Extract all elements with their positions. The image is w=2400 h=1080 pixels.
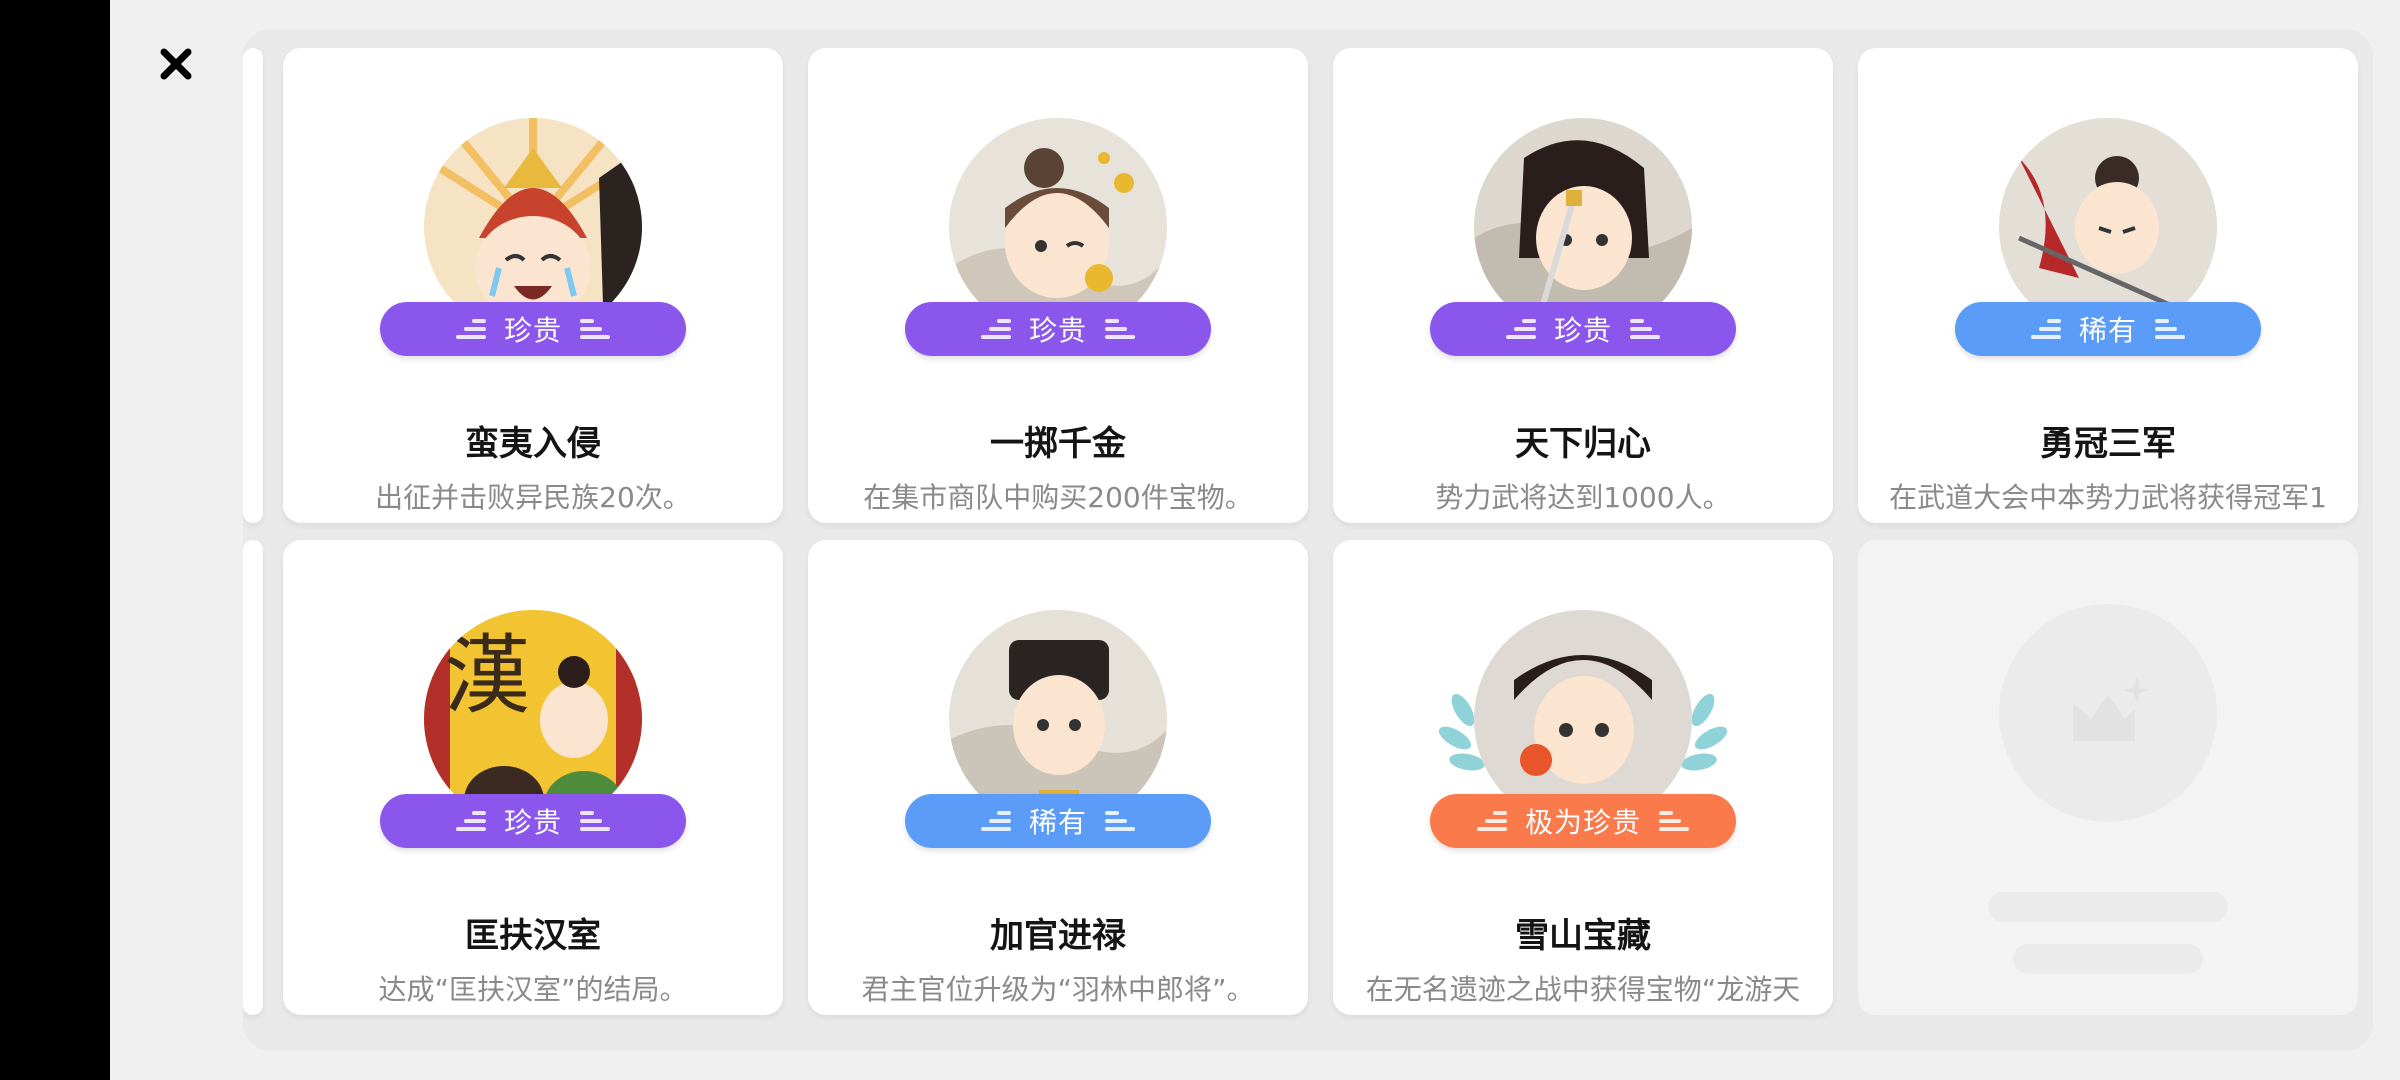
crown-sparkle-icon xyxy=(2063,671,2153,755)
placeholder-desc-bar xyxy=(2013,944,2203,974)
rarity-badge: 极为珍贵 xyxy=(1430,794,1736,848)
badge-stripes-icon xyxy=(580,319,610,339)
achievement-description: 出征并击败异民族20次。 xyxy=(375,481,691,514)
rarity-label: 珍贵 xyxy=(503,314,562,347)
rarity-badge: 珍贵 xyxy=(380,794,686,848)
achievement-card[interactable]: 稀有 勇冠三军 在武道大会中本势力武将获得冠军1次。 xyxy=(1858,48,2358,523)
rarity-badge: 珍贵 xyxy=(905,302,1211,356)
badge-stripes-icon xyxy=(580,811,610,831)
badge-stripes-icon xyxy=(1505,319,1536,339)
rarity-label: 稀有 xyxy=(1028,806,1087,839)
badge-stripes-icon xyxy=(1105,811,1135,831)
achievement-description: 在武道大会中本势力武将获得冠军1次。 xyxy=(1889,481,2327,523)
achievement-card-partial xyxy=(243,48,263,523)
achievement-card[interactable]: 珍贵 天下归心 势力武将达到1000人。 xyxy=(1333,48,1833,523)
achievement-description: 势力武将达到1000人。 xyxy=(1435,481,1731,514)
achievement-title: 雪山宝藏 xyxy=(1515,916,1651,956)
badge-stripes-icon xyxy=(455,811,486,831)
achievement-title: 一掷千金 xyxy=(990,424,1126,464)
achievement-title: 加官进禄 xyxy=(990,916,1126,956)
left-black-bar xyxy=(0,0,110,1080)
rarity-label: 珍贵 xyxy=(1553,314,1612,347)
locked-achievement-card[interactable] xyxy=(1858,540,2358,1015)
achievement-description: 在无名遗迹之战中获得宝物“龙游天下”。 xyxy=(1365,973,1801,1015)
badge-stripes-icon xyxy=(980,811,1011,831)
achievement-card[interactable]: 极为珍贵 雪山宝藏 在无名遗迹之战中获得宝物“龙游天下”。 xyxy=(1333,540,1833,1015)
badge-stripes-icon xyxy=(1659,811,1689,831)
badge-stripes-icon xyxy=(1630,319,1660,339)
rarity-label: 珍贵 xyxy=(503,806,562,839)
rarity-label: 极为珍贵 xyxy=(1524,806,1641,839)
han-character: 漢 xyxy=(444,626,530,726)
placeholder-title-bar xyxy=(1988,892,2228,922)
achievement-card[interactable]: 漢 珍贵 匡扶汉室 达成“匡扶汉室”的结局。 xyxy=(283,540,783,1015)
achievement-title: 蛮夷入侵 xyxy=(465,424,601,464)
rarity-badge: 稀有 xyxy=(1955,302,2261,356)
rarity-badge: 珍贵 xyxy=(380,302,686,356)
achievement-card[interactable]: 稀有 加官进禄 君主官位升级为“羽林中郎将”。 xyxy=(808,540,1308,1015)
badge-stripes-icon xyxy=(455,319,486,339)
achievement-card[interactable]: 珍贵 蛮夷入侵 出征并击败异民族20次。 xyxy=(283,48,783,523)
achievement-title: 匡扶汉室 xyxy=(465,916,601,956)
badge-stripes-icon xyxy=(980,319,1011,339)
badge-stripes-icon xyxy=(2030,319,2061,339)
badge-stripes-icon xyxy=(1105,319,1135,339)
achievement-description: 达成“匡扶汉室”的结局。 xyxy=(378,973,688,1006)
achievement-panel[interactable]: 珍贵 蛮夷入侵 出征并击败异民族20次。 珍贵 一掷千金 在集市商队中购买200… xyxy=(243,30,2373,1050)
badge-stripes-icon xyxy=(2155,319,2185,339)
achievement-title: 天下归心 xyxy=(1515,424,1651,464)
rarity-label: 稀有 xyxy=(2078,314,2137,347)
close-icon xyxy=(159,47,193,85)
locked-avatar-placeholder xyxy=(1999,604,2217,822)
rarity-label: 珍贵 xyxy=(1028,314,1087,347)
close-button[interactable] xyxy=(150,40,202,92)
achievement-title: 勇冠三军 xyxy=(2040,424,2176,464)
achievement-description: 君主官位升级为“羽林中郎将”。 xyxy=(861,973,1255,1006)
achievement-card-partial xyxy=(243,540,263,1015)
rarity-badge: 稀有 xyxy=(905,794,1211,848)
achievement-card[interactable]: 珍贵 一掷千金 在集市商队中购买200件宝物。 xyxy=(808,48,1308,523)
rarity-badge: 珍贵 xyxy=(1430,302,1736,356)
achievement-description: 在集市商队中购买200件宝物。 xyxy=(863,481,1253,514)
achievement-grid: 珍贵 蛮夷入侵 出征并击败异民族20次。 珍贵 一掷千金 在集市商队中购买200… xyxy=(243,30,2373,1050)
badge-stripes-icon xyxy=(1476,811,1507,831)
